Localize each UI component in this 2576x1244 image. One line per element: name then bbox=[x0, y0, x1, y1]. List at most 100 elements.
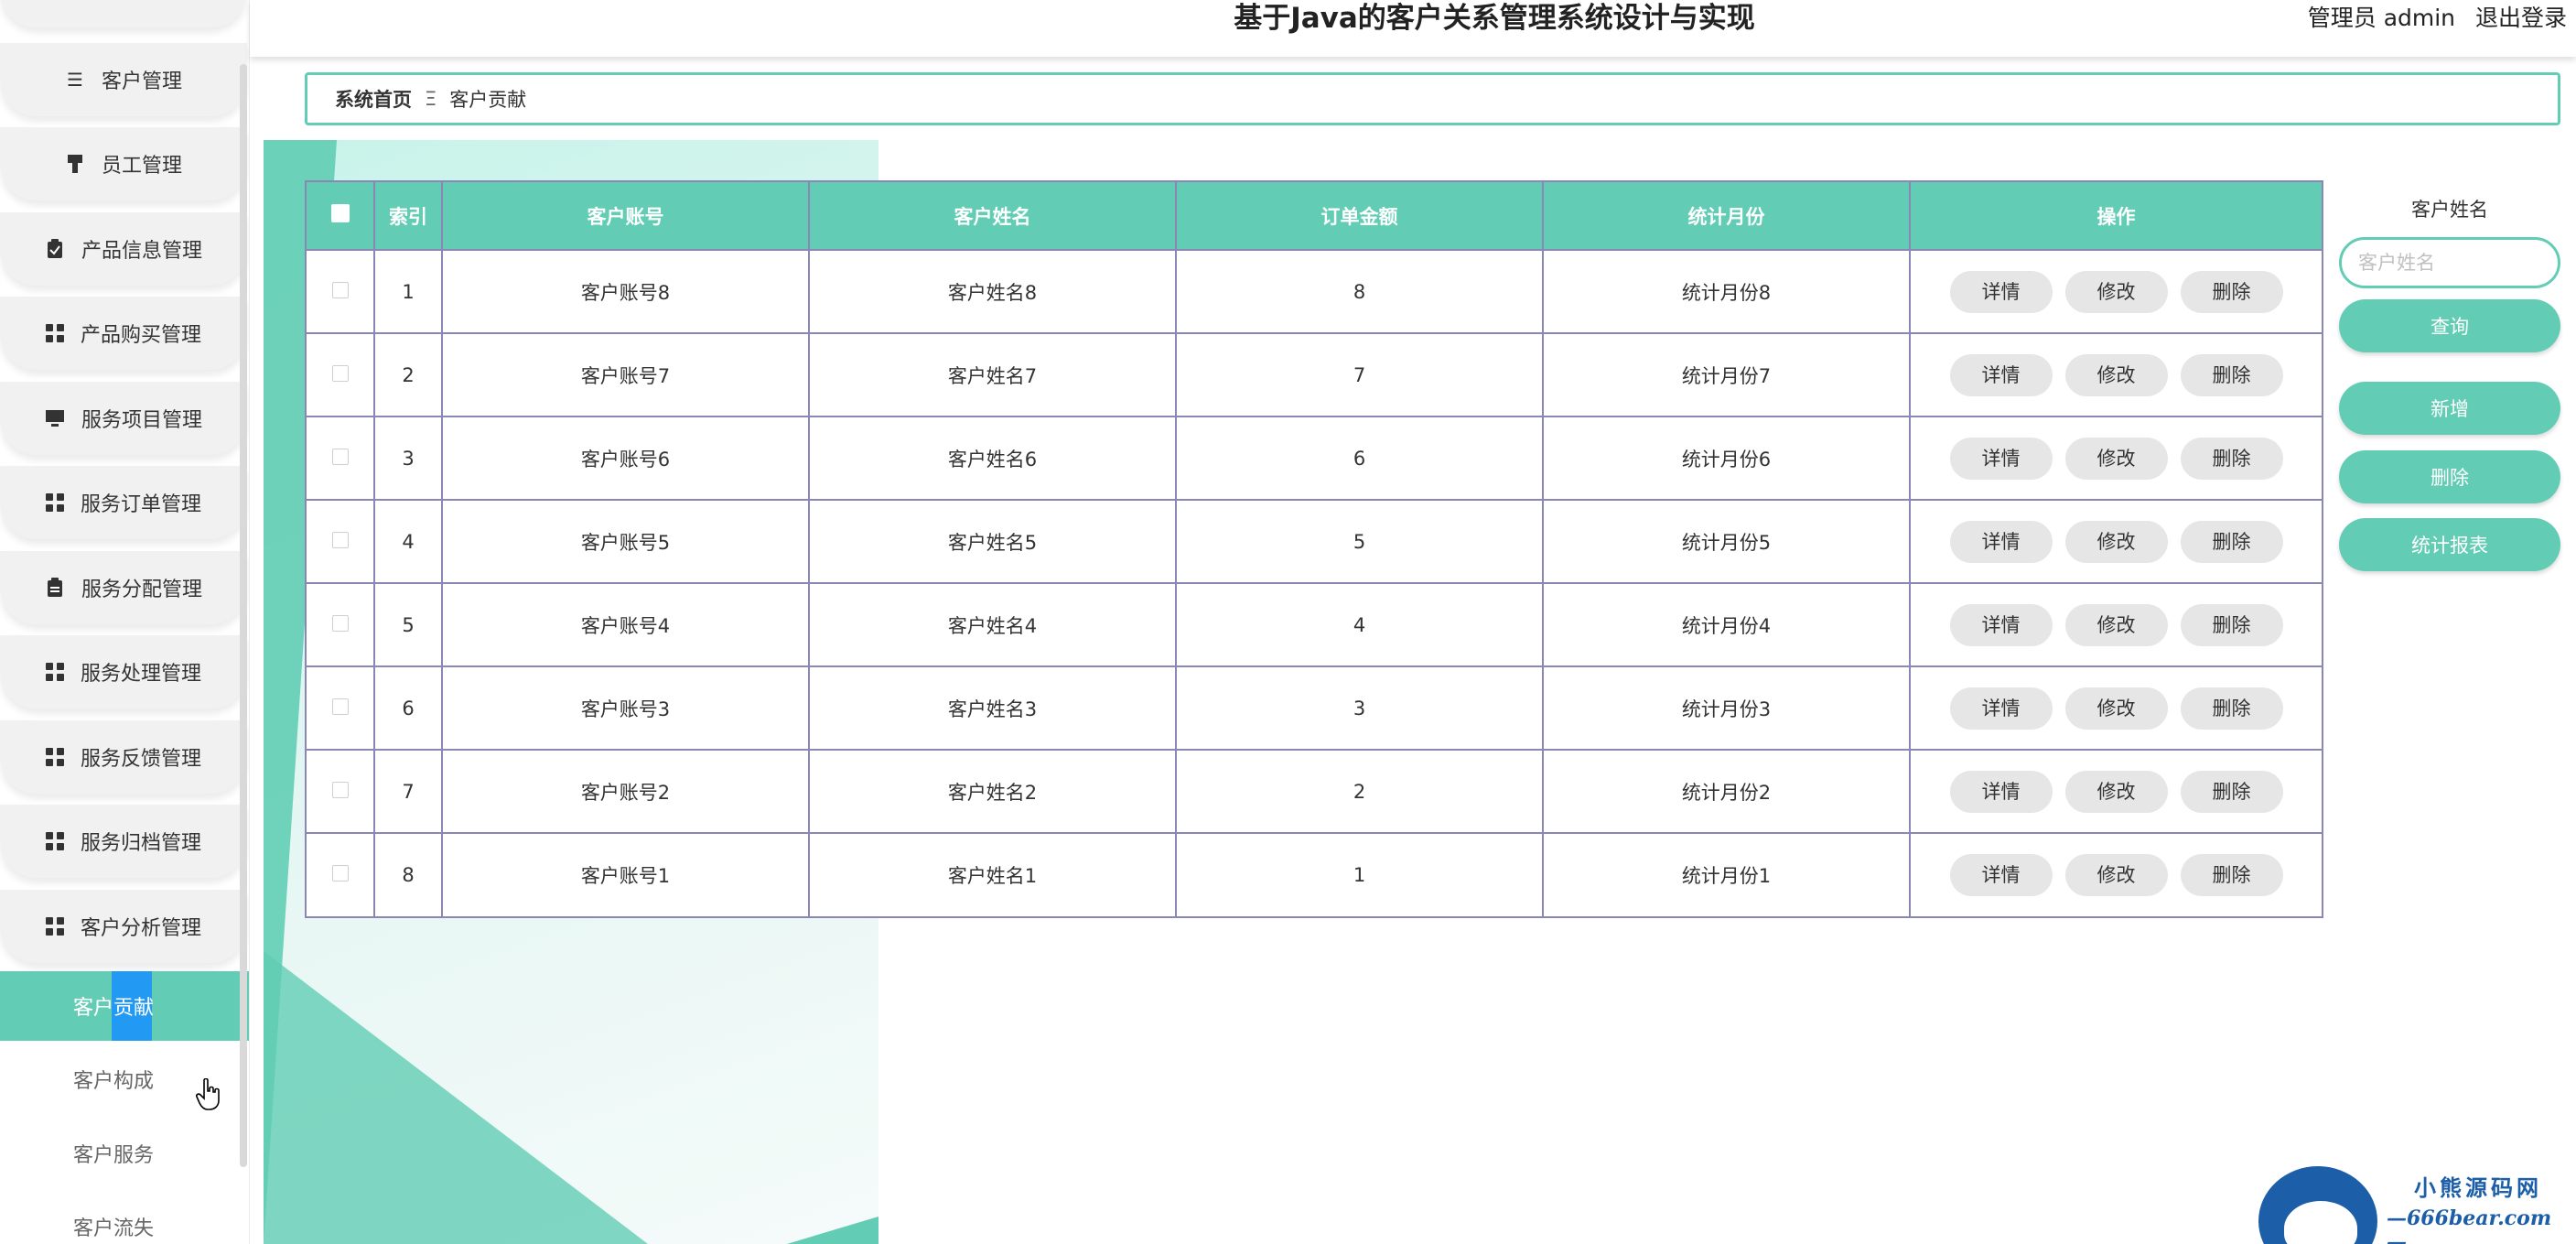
sidebar-item-label: 服务订单管理 bbox=[80, 493, 201, 516]
cell-month: 统计月份5 bbox=[1543, 499, 1911, 583]
sidebar-item-label: 产品信息管理 bbox=[81, 240, 202, 263]
sidebar-item-service-project[interactable]: 服务项目管理 bbox=[0, 382, 247, 455]
grid-icon bbox=[45, 324, 64, 342]
list-icon: ☰ bbox=[67, 69, 83, 91]
edit-button[interactable]: 修改 bbox=[2064, 770, 2168, 813]
delete-button[interactable]: 删除 bbox=[2180, 687, 2283, 730]
sidebar-subitem-label: 客户流失 bbox=[73, 1217, 155, 1240]
cell-name: 客户姓名5 bbox=[809, 499, 1177, 583]
logout-link[interactable]: 退出登录 bbox=[2475, 5, 2567, 31]
sidebar-scrollbar[interactable] bbox=[240, 64, 247, 1167]
sidebar-item-label: 服务项目管理 bbox=[81, 409, 202, 432]
edit-button[interactable]: 修改 bbox=[2064, 270, 2168, 313]
row-checkbox[interactable] bbox=[331, 865, 349, 882]
cell-name: 客户姓名2 bbox=[809, 749, 1177, 833]
cell-month: 统计月份4 bbox=[1543, 582, 1911, 666]
current-user: 管理员 admin bbox=[2307, 5, 2456, 31]
cell-month: 统计月份3 bbox=[1543, 665, 1911, 750]
brush-icon bbox=[65, 154, 85, 174]
row-checkbox[interactable] bbox=[331, 448, 349, 465]
search-button[interactable]: 查询 bbox=[2339, 299, 2560, 352]
sidebar-item-product-purchase[interactable]: 产品购买管理 bbox=[0, 297, 247, 370]
select-all-header bbox=[307, 182, 375, 250]
sidebar-item-service-assignment[interactable]: 服务分配管理 bbox=[0, 551, 247, 624]
delete-button[interactable]: 删除 bbox=[2180, 437, 2283, 480]
delete-button[interactable]: 删除 bbox=[2180, 520, 2283, 563]
detail-button[interactable]: 详情 bbox=[1949, 353, 2053, 396]
edit-button[interactable]: 修改 bbox=[2064, 353, 2168, 396]
cell-amount: 5 bbox=[1176, 499, 1544, 583]
detail-button[interactable]: 详情 bbox=[1949, 603, 2053, 646]
report-button[interactable]: 统计报表 bbox=[2339, 518, 2560, 571]
cell-index: 7 bbox=[374, 749, 443, 833]
delete-button[interactable]: 删除 bbox=[2180, 770, 2283, 813]
sidebar-item-service-order[interactable]: 服务订单管理 bbox=[0, 466, 247, 539]
delete-button[interactable]: 删除 bbox=[2180, 854, 2283, 896]
cell-actions: 详情 修改 删除 bbox=[1910, 499, 2322, 583]
column-header-name: 客户姓名 bbox=[809, 182, 1177, 250]
detail-button[interactable]: 详情 bbox=[1949, 437, 2053, 480]
detail-button[interactable]: 详情 bbox=[1949, 270, 2053, 313]
sidebar-item-customer-analysis[interactable]: 客户分析管理 bbox=[0, 890, 247, 963]
detail-button[interactable]: 详情 bbox=[1949, 687, 2053, 730]
sidebar-item-service-feedback[interactable]: 服务反馈管理 bbox=[0, 720, 247, 794]
edit-button[interactable]: 修改 bbox=[2064, 520, 2168, 563]
column-header-account: 客户账号 bbox=[442, 182, 810, 250]
row-checkbox[interactable] bbox=[331, 781, 349, 798]
data-table: 索引 客户账号 客户姓名 订单金额 统计月份 操作 1 客户账号8 客户姓名8 … bbox=[305, 180, 2323, 918]
edit-button[interactable]: 修改 bbox=[2064, 437, 2168, 480]
cell-month: 统计月份1 bbox=[1543, 832, 1911, 916]
delete-button[interactable]: 删除 bbox=[2180, 603, 2283, 646]
select-all-checkbox[interactable] bbox=[330, 204, 350, 222]
search-name-input[interactable] bbox=[2339, 237, 2560, 288]
cell-actions: 详情 修改 删除 bbox=[1910, 749, 2322, 833]
cell-amount: 3 bbox=[1176, 665, 1544, 750]
detail-button[interactable]: 详情 bbox=[1949, 854, 2053, 896]
sidebar-item-label: 服务归档管理 bbox=[80, 832, 201, 855]
table-row: 5 客户账号4 客户姓名4 4 统计月份4 详情 修改 删除 bbox=[307, 582, 2322, 666]
cell-account: 客户账号5 bbox=[442, 499, 810, 583]
cell-actions: 详情 修改 删除 bbox=[1910, 416, 2322, 500]
breadcrumb-home[interactable]: 系统首页 bbox=[335, 85, 412, 113]
row-checkbox[interactable] bbox=[331, 614, 349, 632]
watermark-url: —666bear.com— bbox=[2387, 1206, 2552, 1244]
sidebar-subitem-customer-churn[interactable]: 客户流失 bbox=[0, 1192, 249, 1244]
cell-account: 客户账号4 bbox=[442, 582, 810, 666]
edit-button[interactable]: 修改 bbox=[2064, 854, 2168, 896]
sidebar-subitem-active-label: 客户贡献 bbox=[73, 997, 155, 1020]
watermark-name: 小熊源码网 bbox=[2414, 1174, 2542, 1201]
add-button[interactable]: 新增 bbox=[2339, 382, 2560, 435]
sidebar-subitem-label: 客户服务 bbox=[73, 1144, 155, 1167]
detail-button[interactable]: 详情 bbox=[1949, 770, 2053, 813]
delete-button[interactable]: 删除 bbox=[2180, 353, 2283, 396]
delete-button[interactable]: 删除 bbox=[2180, 270, 2283, 313]
cell-account: 客户账号8 bbox=[442, 249, 810, 333]
edit-button[interactable]: 修改 bbox=[2064, 603, 2168, 646]
cell-name: 客户姓名4 bbox=[809, 582, 1177, 666]
row-checkbox[interactable] bbox=[331, 531, 349, 548]
batch-delete-button[interactable]: 删除 bbox=[2339, 450, 2560, 503]
cell-amount: 4 bbox=[1176, 582, 1544, 666]
edit-button[interactable]: 修改 bbox=[2064, 687, 2168, 730]
sidebar-item-partial[interactable] bbox=[0, 0, 247, 27]
cell-name: 客户姓名8 bbox=[809, 249, 1177, 333]
sidebar-item-service-handling[interactable]: 服务处理管理 bbox=[0, 635, 247, 709]
cell-name: 客户姓名1 bbox=[809, 832, 1177, 916]
cell-name: 客户姓名6 bbox=[809, 416, 1177, 500]
sidebar-item-product-info[interactable]: 产品信息管理 bbox=[0, 212, 247, 286]
sidebar-item-employee-management[interactable]: 员工管理 bbox=[0, 127, 247, 200]
sidebar-item-label: 客户管理 bbox=[101, 70, 182, 93]
cell-account: 客户账号2 bbox=[442, 749, 810, 833]
sidebar-item-service-archive[interactable]: 服务归档管理 bbox=[0, 805, 247, 878]
cell-actions: 详情 修改 删除 bbox=[1910, 665, 2322, 750]
sidebar-item-customer-management[interactable]: ☰ 客户管理 bbox=[0, 43, 247, 116]
cell-index: 3 bbox=[374, 416, 443, 500]
row-checkbox[interactable] bbox=[331, 281, 349, 298]
sidebar-subitem-customer-service[interactable]: 客户服务 bbox=[0, 1119, 249, 1188]
row-checkbox[interactable] bbox=[331, 698, 349, 715]
cell-amount: 7 bbox=[1176, 332, 1544, 416]
table-row: 4 客户账号5 客户姓名5 5 统计月份5 详情 修改 删除 bbox=[307, 499, 2322, 583]
row-checkbox[interactable] bbox=[331, 364, 349, 382]
cell-amount: 6 bbox=[1176, 416, 1544, 500]
detail-button[interactable]: 详情 bbox=[1949, 520, 2053, 563]
